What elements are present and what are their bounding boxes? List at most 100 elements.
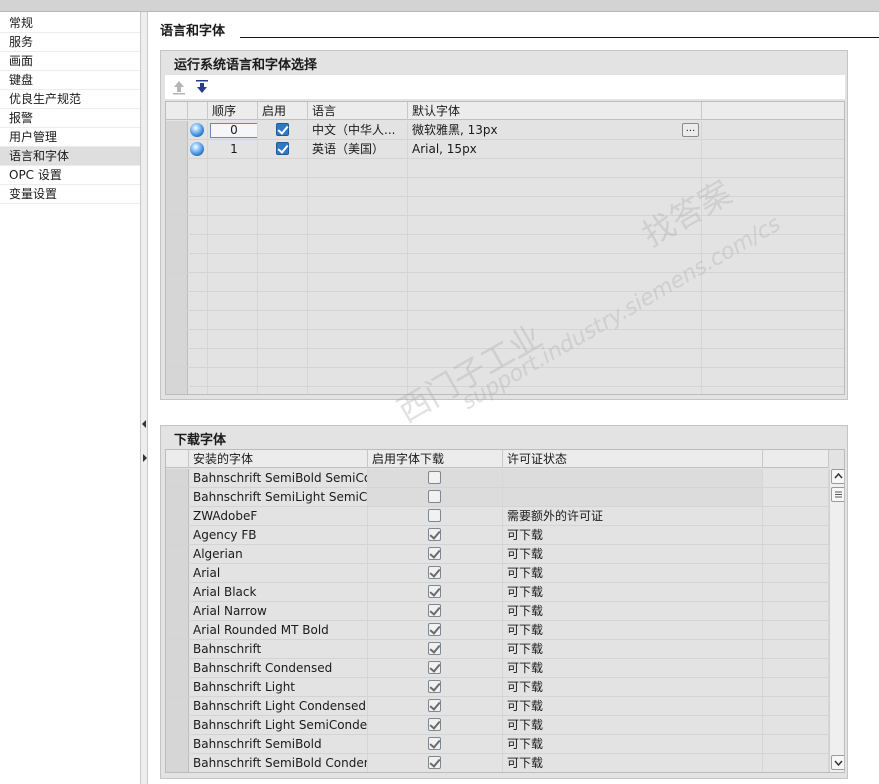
table-cell: 可下载 bbox=[503, 526, 763, 544]
table-cell bbox=[208, 368, 258, 386]
font-name: Algerian bbox=[193, 547, 243, 561]
download-checkbox[interactable] bbox=[428, 585, 441, 598]
nav-item-label: 语言和字体 bbox=[9, 149, 70, 163]
nav-item[interactable]: 优良生产规范 bbox=[0, 90, 140, 109]
table-row[interactable]: Bahnschrift 可下载 bbox=[166, 640, 829, 659]
column-header[interactable]: 默认字体 bbox=[408, 102, 702, 120]
column-header[interactable] bbox=[702, 102, 844, 120]
column-header[interactable]: 启用字体下载 bbox=[368, 450, 503, 468]
table-row[interactable]: Agency FB 可下载 bbox=[166, 526, 829, 545]
table-row[interactable]: Bahnschrift Condensed 可下载 bbox=[166, 659, 829, 678]
download-checkbox[interactable] bbox=[428, 699, 441, 712]
table-row[interactable]: Bahnschrift Light 可下载 bbox=[166, 678, 829, 697]
splitter[interactable] bbox=[140, 12, 148, 784]
table-row[interactable] bbox=[166, 292, 844, 311]
table-row[interactable] bbox=[166, 349, 844, 368]
table-row[interactable]: ZWAdobeF 需要额外的许可证 bbox=[166, 507, 829, 526]
table-row[interactable] bbox=[166, 273, 844, 292]
expand-right-icon[interactable] bbox=[143, 454, 147, 462]
table-row[interactable] bbox=[166, 178, 844, 197]
download-checkbox[interactable] bbox=[428, 642, 441, 655]
font-picker-button[interactable]: ... bbox=[682, 123, 699, 137]
download-checkbox[interactable] bbox=[428, 604, 441, 617]
table-row[interactable] bbox=[166, 235, 844, 254]
download-checkbox[interactable] bbox=[428, 718, 441, 731]
table-row[interactable]: Arial 可下载 bbox=[166, 564, 829, 583]
table-row[interactable]: Bahnschrift SemiLight SemiCo... bbox=[166, 488, 829, 507]
download-checkbox[interactable] bbox=[428, 471, 441, 484]
nav-item[interactable]: 常规 bbox=[0, 14, 140, 33]
table-row[interactable] bbox=[166, 159, 844, 178]
table-row[interactable]: Bahnschrift SemiBold SemiCon... bbox=[166, 469, 829, 488]
default-font-cell[interactable]: 微软雅黑, 13px bbox=[412, 123, 498, 137]
download-checkbox[interactable] bbox=[428, 756, 441, 769]
arrow-up-icon[interactable] bbox=[171, 78, 187, 96]
column-header[interactable] bbox=[188, 102, 208, 120]
download-checkbox[interactable] bbox=[428, 490, 441, 503]
download-checkbox[interactable] bbox=[428, 509, 441, 522]
table-cell bbox=[258, 235, 308, 253]
scroll-down-button[interactable] bbox=[831, 755, 844, 770]
order-field[interactable]: 0 bbox=[210, 123, 257, 138]
table-row[interactable]: Arial Narrow 可下载 bbox=[166, 602, 829, 621]
download-checkbox[interactable] bbox=[428, 623, 441, 636]
default-font-cell[interactable]: Arial, 15px bbox=[412, 142, 477, 156]
nav-item[interactable]: 语言和字体 bbox=[0, 147, 140, 166]
column-header[interactable] bbox=[166, 102, 188, 120]
table-row[interactable]: 0 中文（中华人... 微软雅黑, 13px... bbox=[166, 121, 844, 140]
column-header[interactable]: 语言 bbox=[308, 102, 408, 120]
scroll-up-button[interactable] bbox=[831, 469, 844, 484]
column-header[interactable] bbox=[166, 450, 189, 468]
table-row[interactable] bbox=[166, 387, 844, 394]
table-cell: 可下载 bbox=[503, 640, 763, 658]
download-checkbox[interactable] bbox=[428, 737, 441, 750]
row-header bbox=[166, 526, 189, 544]
table-row[interactable]: Algerian 可下载 bbox=[166, 545, 829, 564]
download-checkbox[interactable] bbox=[428, 566, 441, 579]
table-row[interactable]: Bahnschrift SemiBold Condens... 可下载 bbox=[166, 754, 829, 772]
nav-item[interactable]: OPC 设置 bbox=[0, 166, 140, 185]
nav-item[interactable]: 服务 bbox=[0, 33, 140, 52]
table-row[interactable] bbox=[166, 368, 844, 387]
table-row[interactable]: Bahnschrift SemiBold 可下载 bbox=[166, 735, 829, 754]
table-row[interactable]: 1 英语（美国） Arial, 15px bbox=[166, 140, 844, 159]
table-row[interactable]: Bahnschrift Light SemiConden... 可下载 bbox=[166, 716, 829, 735]
enable-checkbox[interactable] bbox=[276, 123, 289, 136]
nav-item[interactable]: 变量设置 bbox=[0, 185, 140, 204]
scroll-thumb[interactable] bbox=[831, 487, 844, 502]
table-row[interactable] bbox=[166, 216, 844, 235]
download-checkbox[interactable] bbox=[428, 547, 441, 560]
order-field[interactable]: 1 bbox=[210, 142, 257, 157]
download-checkbox[interactable] bbox=[428, 528, 441, 541]
table-row[interactable] bbox=[166, 330, 844, 349]
nav-item[interactable]: 画面 bbox=[0, 52, 140, 71]
table-row[interactable]: Arial Rounded MT Bold 可下载 bbox=[166, 621, 829, 640]
enable-checkbox[interactable] bbox=[276, 142, 289, 155]
row-header bbox=[166, 273, 188, 291]
nav-item[interactable]: 键盘 bbox=[0, 71, 140, 90]
collapse-left-icon[interactable] bbox=[142, 420, 146, 428]
table-cell bbox=[702, 349, 844, 367]
table-row[interactable] bbox=[166, 197, 844, 216]
table-cell bbox=[188, 292, 208, 310]
column-header[interactable]: 许可证状态 bbox=[503, 450, 763, 468]
column-header[interactable]: 启用 bbox=[258, 102, 308, 120]
license-status: 可下载 bbox=[507, 680, 544, 694]
nav-item[interactable]: 用户管理 bbox=[0, 128, 140, 147]
column-header[interactable] bbox=[763, 450, 829, 468]
table-row[interactable] bbox=[166, 311, 844, 330]
vertical-scrollbar[interactable] bbox=[829, 469, 844, 772]
table-row[interactable] bbox=[166, 254, 844, 273]
download-checkbox[interactable] bbox=[428, 680, 441, 693]
nav-item[interactable]: 报警 bbox=[0, 109, 140, 128]
arrow-down-icon[interactable] bbox=[194, 78, 210, 96]
row-header bbox=[166, 140, 188, 158]
download-checkbox[interactable] bbox=[428, 661, 441, 674]
column-header[interactable]: 安装的字体 bbox=[189, 450, 368, 468]
table-cell bbox=[308, 254, 408, 272]
table-row[interactable]: Bahnschrift Light Condensed 可下载 bbox=[166, 697, 829, 716]
column-header[interactable]: 顺序 bbox=[208, 102, 258, 120]
table-cell bbox=[763, 469, 829, 487]
table-row[interactable]: Arial Black 可下载 bbox=[166, 583, 829, 602]
table-cell bbox=[258, 159, 308, 177]
